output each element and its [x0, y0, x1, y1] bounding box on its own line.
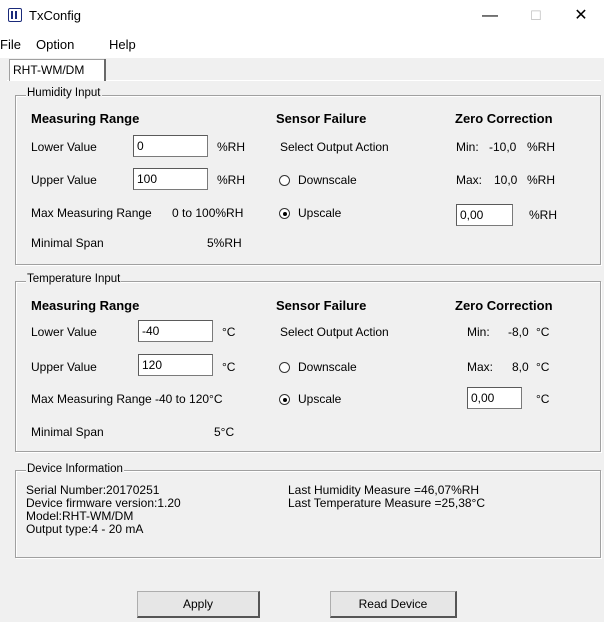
humidity-max-value: 10,0	[494, 173, 518, 187]
menu-option[interactable]: Option	[36, 37, 74, 52]
humidity-lower-label: Lower Value	[31, 140, 97, 154]
humidity-min-label: Min:	[456, 140, 479, 154]
humidity-measuring-range-heading: Measuring Range	[31, 111, 140, 126]
humidity-select-output-label: Select Output Action	[280, 140, 389, 154]
device-group-title: Device Information	[26, 463, 124, 475]
humidity-max-unit: %RH	[527, 173, 556, 187]
temperature-lower-label: Lower Value	[31, 325, 97, 339]
tab-divider	[104, 59, 106, 81]
read-device-button-label: Read Device	[358, 597, 428, 611]
humidity-max-range-label: Max Measuring Range	[31, 206, 152, 220]
minimize-button[interactable]: —	[467, 0, 513, 32]
apply-button[interactable]: Apply	[137, 591, 260, 618]
temperature-min-value: -8,0	[508, 325, 529, 339]
temperature-min-span-label: Minimal Span	[31, 425, 104, 439]
temperature-sensor-failure-heading: Sensor Failure	[276, 298, 367, 313]
humidity-sensor-failure-heading: Sensor Failure	[276, 111, 367, 126]
humidity-min-unit: %RH	[527, 140, 556, 154]
humidity-upper-unit: %RH	[217, 173, 246, 187]
humidity-group-title: Humidity Input	[26, 87, 102, 99]
last-temperature-text: Last Temperature Measure =25,38°C	[288, 496, 486, 510]
tab-rht-wm-dm[interactable]: RHT-WM/DM	[9, 59, 105, 81]
temperature-max-range-label: Max Measuring Range	[31, 392, 152, 406]
humidity-upscale-radio[interactable]	[279, 208, 290, 219]
humidity-zero-correction-input[interactable]: 0,00	[456, 204, 513, 226]
temperature-min-label: Min:	[467, 325, 490, 339]
humidity-downscale-radio[interactable]	[279, 175, 290, 186]
humidity-upper-input[interactable]: 100	[133, 168, 208, 190]
humidity-zero-correction-heading: Zero Correction	[455, 111, 553, 126]
temperature-min-unit: °C	[536, 325, 550, 339]
temperature-group-title: Temperature Input	[26, 273, 122, 285]
temperature-lower-input[interactable]: -40	[138, 320, 213, 342]
humidity-max-range-value: 0 to 100%RH	[172, 206, 244, 220]
temperature-min-span-value: 5°C	[214, 425, 235, 439]
temperature-measuring-range-heading: Measuring Range	[31, 298, 140, 313]
humidity-upscale-label[interactable]: Upscale	[298, 206, 341, 220]
temperature-upscale-radio[interactable]	[279, 394, 290, 405]
humidity-upper-label: Upper Value	[31, 173, 97, 187]
close-button[interactable]: ✕	[558, 0, 604, 32]
temperature-downscale-label[interactable]: Downscale	[298, 360, 357, 374]
temperature-max-label: Max:	[467, 360, 494, 374]
humidity-lower-input[interactable]: 0	[133, 135, 208, 157]
read-device-button[interactable]: Read Device	[330, 591, 457, 618]
output-type-text: Output type:4 - 20 mA	[26, 522, 144, 536]
temperature-select-output-label: Select Output Action	[280, 325, 389, 339]
menu-file[interactable]: File	[0, 37, 21, 52]
humidity-min-span-value: 5%RH	[207, 236, 242, 250]
menu-bar	[0, 32, 604, 58]
temperature-lower-unit: °C	[222, 325, 236, 339]
temperature-max-value: 8,0	[512, 360, 529, 374]
humidity-min-value: -10,0	[489, 140, 517, 154]
window-title: TxConfig	[29, 8, 82, 23]
temperature-max-range-value: -40 to 120°C	[155, 392, 223, 406]
temperature-upper-label: Upper Value	[31, 360, 97, 374]
humidity-max-label: Max:	[456, 173, 483, 187]
maximize-button[interactable]: ☐	[513, 0, 559, 32]
temperature-upper-unit: °C	[222, 360, 236, 374]
temperature-zero-correction-input[interactable]: 0,00	[467, 387, 522, 409]
temperature-max-unit: °C	[536, 360, 550, 374]
menu-help[interactable]: Help	[109, 37, 136, 52]
temperature-upper-input[interactable]: 120	[138, 354, 213, 376]
temperature-downscale-radio[interactable]	[279, 362, 290, 373]
temperature-zero-correction-heading: Zero Correction	[455, 298, 553, 313]
humidity-lower-unit: %RH	[217, 140, 246, 154]
humidity-zero-unit: %RH	[529, 208, 558, 222]
humidity-downscale-label[interactable]: Downscale	[298, 173, 357, 187]
temperature-zero-unit: °C	[536, 392, 550, 406]
humidity-min-span-label: Minimal Span	[31, 236, 104, 250]
apply-button-label: Apply	[182, 597, 214, 611]
app-icon	[8, 8, 22, 22]
temperature-upscale-label[interactable]: Upscale	[298, 392, 341, 406]
